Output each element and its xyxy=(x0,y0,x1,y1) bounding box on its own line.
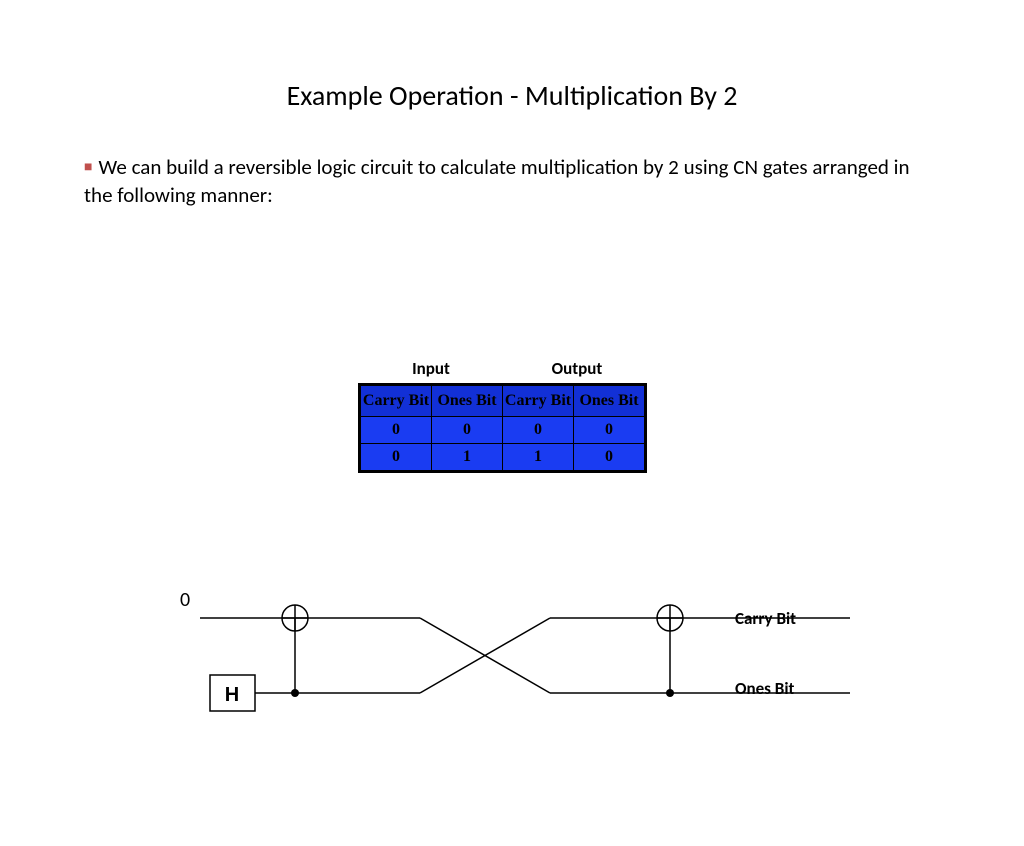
bullet-icon: ■ xyxy=(84,158,92,175)
table-cell: 0 xyxy=(432,416,503,443)
table-header: Ones Bit xyxy=(574,385,646,417)
truth-table: Carry Bit Ones Bit Carry Bit Ones Bit 0 … xyxy=(358,383,647,473)
circuit-diagram: H xyxy=(150,578,870,738)
input-label: Input xyxy=(358,358,504,379)
h-gate-label: H xyxy=(225,684,239,706)
table-header: Ones Bit xyxy=(432,385,503,417)
table-cell: 1 xyxy=(432,443,503,471)
slide-title: Example Operation - Multiplication By 2 xyxy=(0,78,1024,113)
table-header: Carry Bit xyxy=(503,385,574,417)
table-cell: 0 xyxy=(360,416,432,443)
truth-table-block: Input Output Carry Bit Ones Bit Carry Bi… xyxy=(358,358,650,473)
table-cell: 1 xyxy=(503,443,574,471)
output-label: Output xyxy=(504,358,650,379)
table-cell: 0 xyxy=(503,416,574,443)
body-text: We can build a reversible logic circuit … xyxy=(84,154,910,208)
table-cell: 0 xyxy=(360,443,432,471)
table-header: Carry Bit xyxy=(360,385,432,417)
table-cell: 0 xyxy=(574,416,646,443)
table-cell: 0 xyxy=(574,443,646,471)
body-paragraph: ■We can build a reversible logic circuit… xyxy=(84,153,940,210)
